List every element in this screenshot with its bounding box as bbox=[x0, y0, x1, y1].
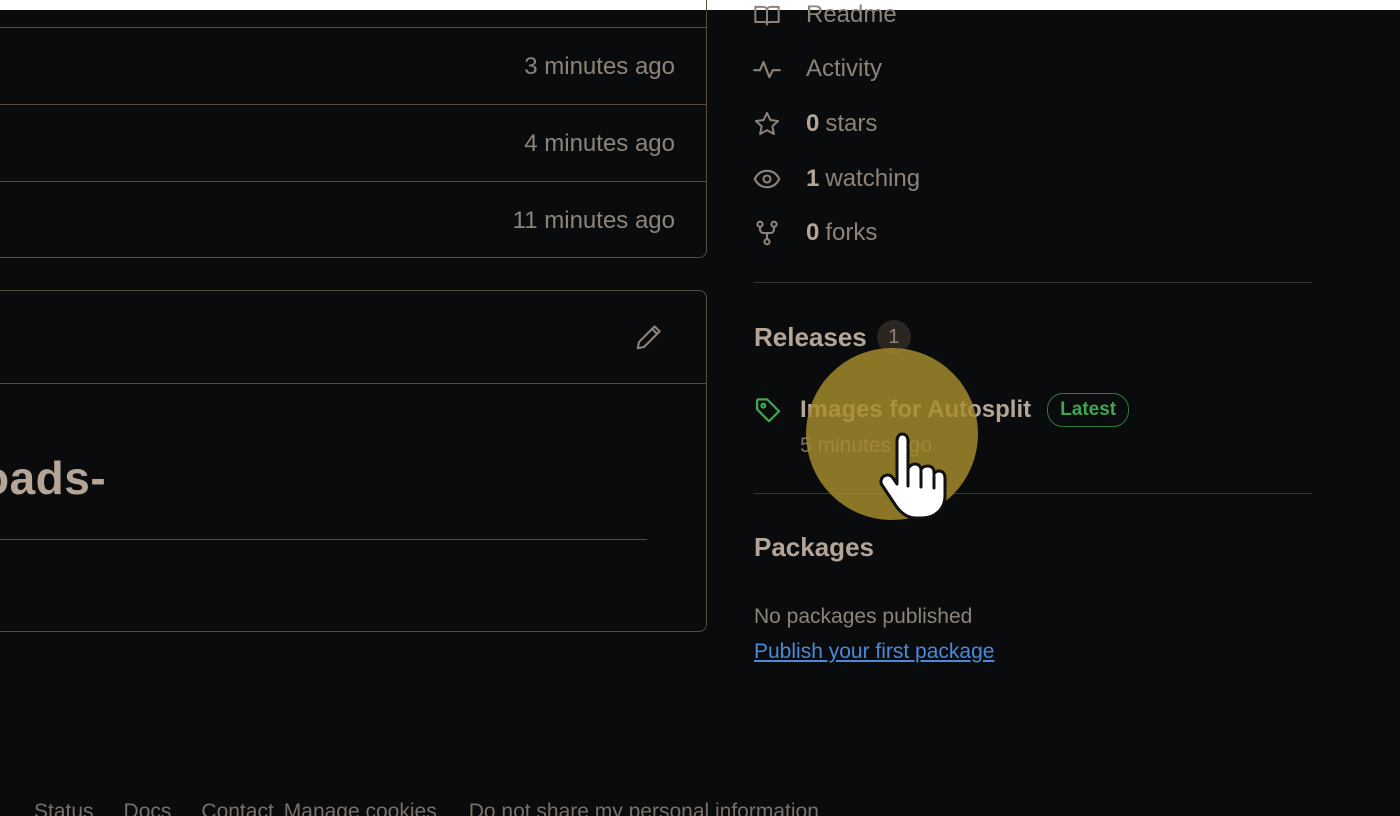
file-row[interactable]: 11 minutes ago bbox=[0, 181, 706, 259]
pencil-icon[interactable] bbox=[634, 322, 664, 352]
sidebar-forks-link[interactable]: 0 forks bbox=[752, 216, 877, 250]
commit-time: 4 minutes ago bbox=[524, 130, 675, 157]
pulse-icon bbox=[752, 54, 782, 84]
sidebar-link-label: forks bbox=[825, 219, 878, 246]
sidebar-link-label: watching bbox=[825, 165, 921, 192]
release-time: 5 minutes ago bbox=[800, 434, 932, 457]
readme-box: oads- bbox=[0, 290, 707, 632]
readme-header bbox=[0, 291, 706, 384]
star-icon bbox=[752, 109, 782, 139]
page: 3 minutes ago 4 minutes ago 11 minutes a… bbox=[0, 0, 1400, 816]
sidebar-link-label: stars bbox=[825, 110, 878, 137]
sidebar-watching-link[interactable]: 1 watching bbox=[752, 162, 920, 196]
releases-heading[interactable]: Releases 1 bbox=[754, 320, 911, 354]
stars-count: 0 bbox=[806, 110, 820, 137]
readme-heading: oads- bbox=[0, 452, 107, 504]
footer-link-privacy[interactable]: Do not share my personal information bbox=[469, 800, 819, 816]
releases-count-badge: 1 bbox=[876, 320, 911, 354]
sidebar-link-label: Activity bbox=[806, 55, 883, 82]
sidebar-divider bbox=[754, 493, 1312, 494]
eye-icon bbox=[752, 164, 782, 194]
latest-badge: Latest bbox=[1047, 393, 1130, 427]
book-icon bbox=[752, 0, 782, 30]
forks-count: 0 bbox=[806, 219, 820, 246]
packages-heading[interactable]: Packages bbox=[754, 532, 874, 563]
file-row[interactable]: 4 minutes ago bbox=[0, 104, 706, 182]
publish-package-link[interactable]: Publish your first package bbox=[754, 640, 994, 664]
releases-title: Releases bbox=[754, 321, 867, 352]
file-row[interactable]: 3 minutes ago bbox=[0, 27, 706, 105]
watching-count: 1 bbox=[806, 165, 820, 192]
sidebar-link-label: Readme bbox=[806, 1, 897, 28]
footer: Status Docs Contact Manage cookies Do no… bbox=[34, 800, 819, 816]
readme-heading-rule bbox=[0, 539, 647, 540]
latest-release[interactable]: Images for Autosplit Latest bbox=[754, 392, 1130, 428]
tag-icon bbox=[754, 395, 784, 425]
footer-link-status[interactable]: Status bbox=[34, 800, 94, 816]
footer-link-contact[interactable]: Contact bbox=[201, 800, 273, 816]
sidebar-stars-link[interactable]: 0 stars bbox=[752, 107, 877, 141]
release-name-link[interactable]: Images for Autosplit bbox=[800, 396, 1031, 424]
fork-icon bbox=[752, 218, 782, 248]
no-packages-text: No packages published bbox=[754, 605, 973, 628]
packages-title: Packages bbox=[754, 532, 874, 562]
footer-link-docs[interactable]: Docs bbox=[124, 800, 172, 816]
commit-time: 11 minutes ago bbox=[512, 207, 675, 234]
commit-time: 3 minutes ago bbox=[524, 53, 675, 80]
file-list: 3 minutes ago 4 minutes ago 11 minutes a… bbox=[0, 0, 707, 258]
sidebar-divider bbox=[754, 282, 1312, 283]
sidebar-readme-link[interactable]: Readme bbox=[752, 0, 897, 32]
footer-link-manage-cookies[interactable]: Manage cookies bbox=[284, 800, 437, 816]
sidebar-activity-link[interactable]: Activity bbox=[752, 52, 882, 86]
